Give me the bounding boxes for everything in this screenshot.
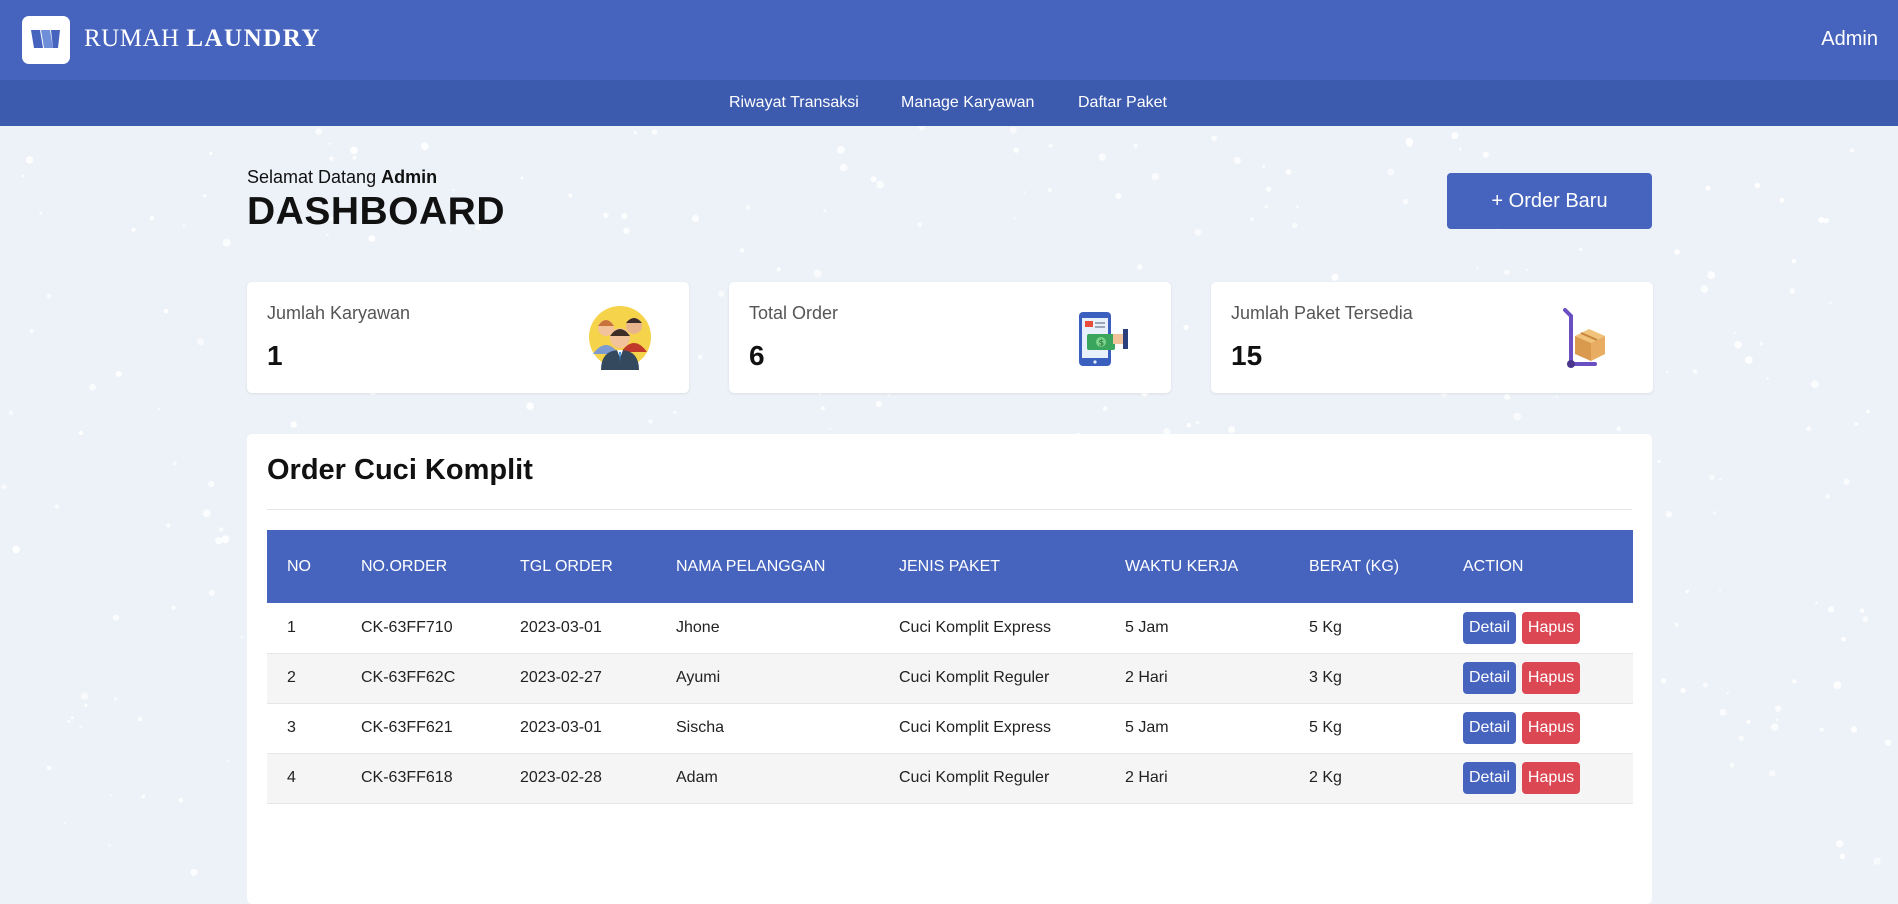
cell-customer-name: Sischa xyxy=(676,719,725,736)
delete-button[interactable]: Hapus xyxy=(1521,611,1581,644)
new-order-button[interactable]: + Order Baru xyxy=(1447,173,1652,229)
welcome-prefix: Selamat Datang xyxy=(247,167,377,187)
cell-order-number: CK-63FF710 xyxy=(361,618,453,636)
detail-button[interactable]: Detail xyxy=(1463,762,1516,794)
cell-weight: 5 Kg xyxy=(1309,618,1342,636)
stat-value: 6 xyxy=(749,340,765,371)
brand-name-light: RUMAH xyxy=(84,25,180,52)
stat-label: Total Order xyxy=(749,303,839,323)
col-header-action: ACTION xyxy=(1463,557,1524,575)
cell-work-time: 5 Jam xyxy=(1125,618,1169,636)
col-header-work-time: WAKTU KERJA xyxy=(1125,557,1239,575)
stat-value: 15 xyxy=(1231,340,1263,371)
package-trolley-icon xyxy=(1563,308,1605,368)
cell-package-type: Cuci Komplit Express xyxy=(899,719,1052,736)
stat-label: Jumlah Paket Tersedia xyxy=(1231,303,1413,323)
cell-order-date: 2023-02-28 xyxy=(520,769,602,786)
nav-item-manage-employees[interactable]: Manage Karyawan xyxy=(901,94,1034,112)
delete-button[interactable]: Hapus xyxy=(1521,762,1581,794)
stat-label: Jumlah Karyawan xyxy=(267,303,411,323)
cell-actions: Detail Hapus xyxy=(1443,753,1633,803)
detail-button[interactable]: Detail xyxy=(1463,712,1516,744)
brand-logo[interactable] xyxy=(22,16,70,64)
cell-customer-name: Adam xyxy=(676,769,718,786)
user-menu[interactable]: Admin xyxy=(1821,28,1878,51)
divider xyxy=(267,509,1632,510)
table-header-row: NO NO.ORDER TGL ORDER NAMA PELANGGAN JEN… xyxy=(267,530,1633,603)
top-header: RUMAH LAUNDRY Admin xyxy=(0,0,1898,80)
cell-actions: Detail Hapus xyxy=(1443,703,1633,753)
col-header-customer-name: NAMA PELANGGAN xyxy=(676,557,826,575)
cell-weight: 3 Kg xyxy=(1309,669,1342,686)
stat-card-packages: Jumlah Paket Tersedia 15 xyxy=(1211,282,1653,393)
cell-weight: 5 Kg xyxy=(1309,719,1342,736)
detail-button[interactable]: Detail xyxy=(1463,611,1516,644)
nav-item-package-list[interactable]: Daftar Paket xyxy=(1078,94,1167,112)
cell-order-date: 2023-03-01 xyxy=(520,719,602,736)
stat-card-orders: Total Order 6 $ xyxy=(729,282,1171,393)
cell-order-number: CK-63FF618 xyxy=(361,769,453,786)
cell-work-time: 2 Hari xyxy=(1125,769,1168,786)
cell-no: 2 xyxy=(287,669,296,686)
cell-order-number: CK-63FF621 xyxy=(361,719,453,736)
nav-item-transaction-history[interactable]: Riwayat Transaksi xyxy=(729,94,859,112)
orders-panel-title: Order Cuci Komplit xyxy=(267,454,533,486)
table-row: 4 CK-63FF618 2023-02-28 Adam Cuci Kompli… xyxy=(267,753,1633,803)
brand-name-bold: LAUNDRY xyxy=(186,25,321,52)
cell-weight: 2 Kg xyxy=(1309,769,1342,786)
stat-value: 1 xyxy=(267,340,283,371)
cell-work-time: 5 Jam xyxy=(1125,719,1169,736)
cell-work-time: 2 Hari xyxy=(1125,669,1168,686)
cell-order-number: CK-63FF62C xyxy=(361,669,456,686)
svg-text:$: $ xyxy=(1099,339,1105,349)
mobile-payment-icon: $ xyxy=(1079,312,1128,366)
cell-package-type: Cuci Komplit Reguler xyxy=(899,769,1050,786)
cell-no: 1 xyxy=(287,618,296,636)
col-header-package-type: JENIS PAKET xyxy=(899,557,1001,575)
page-title: DASHBOARD xyxy=(247,190,505,233)
cell-no: 3 xyxy=(287,719,296,736)
cell-actions: Detail Hapus xyxy=(1443,653,1633,703)
cell-package-type: Cuci Komplit Express xyxy=(899,618,1052,636)
secondary-nav: Riwayat Transaksi Manage Karyawan Daftar… xyxy=(0,80,1898,126)
col-header-order-number: NO.ORDER xyxy=(361,557,448,575)
table-row: 3 CK-63FF621 2023-03-01 Sischa Cuci Komp… xyxy=(267,703,1633,753)
cell-no: 4 xyxy=(287,769,296,786)
delete-button[interactable]: Hapus xyxy=(1521,712,1581,744)
cell-actions: Detail Hapus xyxy=(1443,603,1633,653)
col-header-order-date: TGL ORDER xyxy=(520,557,613,575)
logo-icon xyxy=(31,30,60,48)
table-row: 2 CK-63FF62C 2023-02-27 Ayumi Cuci Kompl… xyxy=(267,653,1633,703)
welcome-username: Admin xyxy=(381,167,438,187)
col-header-weight: BERAT (KG) xyxy=(1309,557,1400,575)
main-content: Selamat Datang Admin DASHBOARD + Order B… xyxy=(0,0,1898,904)
col-header-no: NO xyxy=(287,557,311,575)
orders-panel: Order Cuci Komplit NO NO.ORDER TGL ORDER… xyxy=(247,434,1652,904)
delete-button[interactable]: Hapus xyxy=(1521,662,1581,694)
cell-customer-name: Jhone xyxy=(676,618,720,636)
brand-name: RUMAH LAUNDRY xyxy=(84,25,321,53)
table-row: 1 CK-63FF710 2023-03-01 Jhone Cuci Kompl… xyxy=(267,603,1633,653)
detail-button[interactable]: Detail xyxy=(1463,662,1516,694)
welcome-text: Selamat Datang Admin xyxy=(247,167,437,188)
cell-order-date: 2023-03-01 xyxy=(520,618,602,636)
cell-order-date: 2023-02-27 xyxy=(520,669,602,686)
stat-card-employees: Jumlah Karyawan 1 xyxy=(247,282,689,393)
cell-package-type: Cuci Komplit Reguler xyxy=(899,669,1050,686)
cell-customer-name: Ayumi xyxy=(676,669,721,686)
employees-icon xyxy=(589,306,651,370)
orders-table: NO NO.ORDER TGL ORDER NAMA PELANGGAN JEN… xyxy=(267,530,1633,804)
